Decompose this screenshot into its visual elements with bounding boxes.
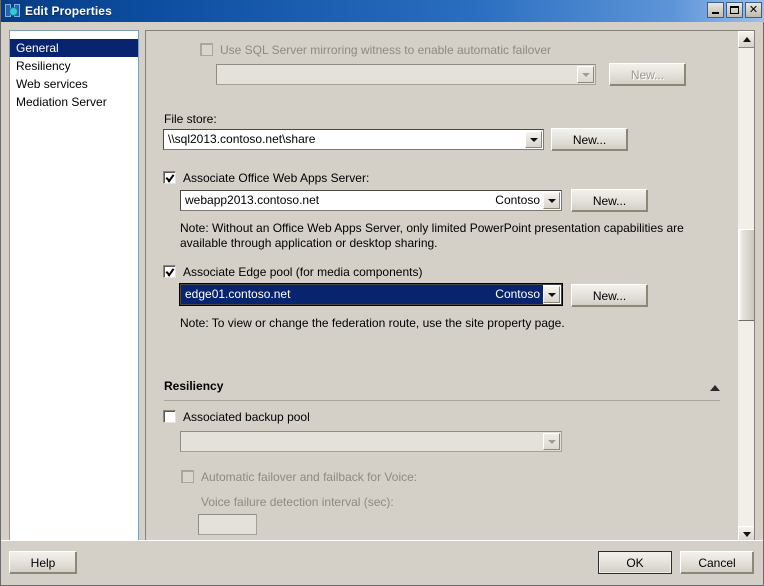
office-web-apps-checkbox[interactable] — [163, 171, 176, 184]
maximize-icon — [730, 6, 739, 14]
sql-mirroring-checkbox[interactable] — [200, 43, 213, 56]
voice-interval-input[interactable] — [198, 514, 257, 535]
settings-panel-inner: Use SQL Server mirroring witness to enab… — [146, 31, 738, 543]
edge-pool-label: Associate Edge pool (for media component… — [183, 265, 423, 279]
edge-pool-combo-selection: edge01.contoso.net Contoso — [181, 285, 543, 304]
chevron-down-icon[interactable] — [543, 286, 560, 303]
scrollbar-thumb[interactable] — [738, 229, 754, 321]
resiliency-group-header[interactable]: Resiliency — [164, 379, 720, 403]
minimize-button[interactable] — [707, 2, 724, 18]
office-web-apps-combo-domain: Contoso — [495, 193, 540, 207]
office-web-apps-combo-value: webapp2013.contoso.net — [185, 193, 320, 207]
sql-mirroring-new-button[interactable]: New... — [609, 63, 686, 86]
file-store-new-button[interactable]: New... — [551, 128, 628, 151]
minimize-icon — [712, 12, 719, 14]
backup-pool-label: Associated backup pool — [183, 410, 310, 424]
title-bar: Edit Properties ✕ — [1, 0, 764, 22]
file-store-label: File store: — [164, 112, 217, 126]
close-icon: ✕ — [748, 3, 759, 16]
sidebar-item-label: Web services — [16, 77, 88, 91]
sidebar-item-general[interactable]: General — [10, 39, 138, 57]
cancel-button[interactable]: Cancel — [680, 551, 754, 574]
vertical-scrollbar[interactable] — [737, 31, 754, 543]
dialog-footer: Help OK Cancel — [1, 540, 763, 584]
office-web-apps-new-button[interactable]: New... — [571, 189, 648, 212]
voice-failover-label: Automatic failover and failback for Voic… — [201, 470, 418, 484]
sidebar-item-label: General — [16, 41, 59, 55]
backup-pool-combo-value — [181, 432, 543, 451]
page-navigation-list[interactable]: General Resiliency Web services Mediatio… — [9, 30, 139, 544]
edge-pool-new-button[interactable]: New... — [571, 284, 648, 307]
triangle-down-icon — [742, 532, 751, 537]
edit-properties-dialog: Edit Properties ✕ General Resiliency Web… — [0, 0, 764, 586]
check-icon — [166, 266, 174, 274]
chevron-up-icon[interactable] — [710, 385, 720, 391]
help-button[interactable]: Help — [9, 551, 77, 574]
chevron-down-icon[interactable] — [543, 192, 560, 209]
office-web-apps-note: Note: Without an Office Web Apps Server,… — [180, 221, 684, 250]
window-controls: ✕ — [707, 2, 762, 18]
edge-pool-combo-value: edge01.contoso.net — [181, 285, 496, 304]
sidebar-item-resiliency[interactable]: Resiliency — [10, 57, 138, 75]
check-icon — [166, 172, 174, 180]
settings-panel: Use SQL Server mirroring witness to enab… — [145, 30, 755, 544]
chevron-down-icon[interactable] — [525, 131, 542, 148]
backup-pool-checkbox[interactable] — [163, 410, 176, 423]
sidebar-item-label: Mediation Server — [16, 95, 107, 109]
maximize-button[interactable] — [726, 2, 743, 18]
edge-pool-combo-domain: Contoso — [495, 285, 543, 304]
file-store-combo-value: \\sql2013.contoso.net\share — [168, 132, 316, 146]
scrollbar-track-upper[interactable] — [738, 48, 754, 229]
chevron-down-icon[interactable] — [577, 66, 594, 83]
scroll-up-button[interactable] — [738, 31, 754, 48]
close-button[interactable]: ✕ — [745, 2, 762, 18]
file-store-combo[interactable]: \\sql2013.contoso.net\share — [163, 129, 544, 150]
dialog-body: General Resiliency Web services Mediatio… — [1, 22, 763, 584]
edge-pool-combo[interactable]: edge01.contoso.net Contoso — [179, 283, 563, 306]
backup-pool-combo[interactable] — [180, 431, 562, 452]
sql-mirroring-combo-value — [217, 65, 577, 84]
voice-interval-label: Voice failure detection interval (sec): — [201, 495, 394, 509]
edge-pool-note: Note: To view or change the federation r… — [180, 316, 565, 330]
divider — [164, 400, 720, 401]
voice-failover-checkbox[interactable] — [181, 470, 194, 483]
sql-mirroring-combo[interactable] — [216, 64, 596, 85]
ok-button[interactable]: OK — [598, 551, 672, 574]
edge-pool-checkbox[interactable] — [163, 265, 176, 278]
scrollbar-track-lower[interactable] — [738, 321, 754, 526]
sidebar-item-mediation-server[interactable]: Mediation Server — [10, 93, 138, 111]
chevron-down-icon[interactable] — [543, 433, 560, 450]
app-properties-icon — [5, 3, 21, 19]
sql-mirroring-label: Use SQL Server mirroring witness to enab… — [220, 43, 552, 57]
office-web-apps-combo[interactable]: webapp2013.contoso.net Contoso — [180, 190, 562, 211]
office-web-apps-label: Associate Office Web Apps Server: — [183, 171, 370, 185]
triangle-up-icon — [742, 37, 751, 42]
sidebar-item-web-services[interactable]: Web services — [10, 75, 138, 93]
resiliency-group-title: Resiliency — [164, 379, 224, 393]
window-title: Edit Properties — [25, 4, 112, 18]
sidebar-item-label: Resiliency — [16, 59, 71, 73]
